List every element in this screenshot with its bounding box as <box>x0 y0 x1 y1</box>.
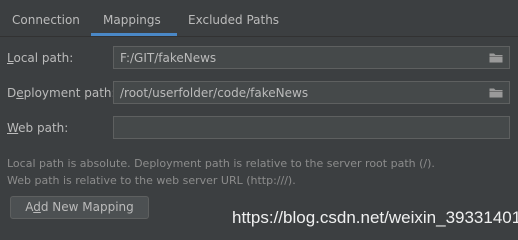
deployment-path-field[interactable]: /root/userfolder/code/fakeNews <box>113 81 510 104</box>
local-path-label: Local path: <box>7 51 74 65</box>
deployment-path-value[interactable]: /root/userfolder/code/fakeNews <box>120 82 308 104</box>
add-new-mapping-button[interactable]: Add New Mapping <box>10 196 149 219</box>
active-tab-indicator <box>91 33 177 36</box>
help-text-line-2: Web path is relative to the web server U… <box>7 174 296 187</box>
tab-mappings[interactable]: Mappings <box>103 0 161 37</box>
deployment-path-label: Deployment path: <box>7 86 116 100</box>
web-path-label: Web path: <box>7 121 69 135</box>
local-path-value[interactable]: F:/GIT/fakeNews <box>120 47 216 69</box>
tab-bar: Connection Mappings Excluded Paths <box>0 0 518 37</box>
tab-connection[interactable]: Connection <box>12 0 80 37</box>
local-path-field[interactable]: F:/GIT/fakeNews <box>113 46 510 69</box>
tab-excluded-paths[interactable]: Excluded Paths <box>188 0 279 37</box>
help-text-line-1: Local path is absolute. Deployment path … <box>7 157 435 170</box>
folder-icon[interactable] <box>489 87 503 98</box>
help-text: Local path is absolute. Deployment path … <box>7 155 435 189</box>
folder-icon[interactable] <box>489 52 503 63</box>
watermark-text: https://blog.csdn.net/weixin_39331401 <box>232 208 518 227</box>
web-path-field[interactable] <box>113 116 510 139</box>
